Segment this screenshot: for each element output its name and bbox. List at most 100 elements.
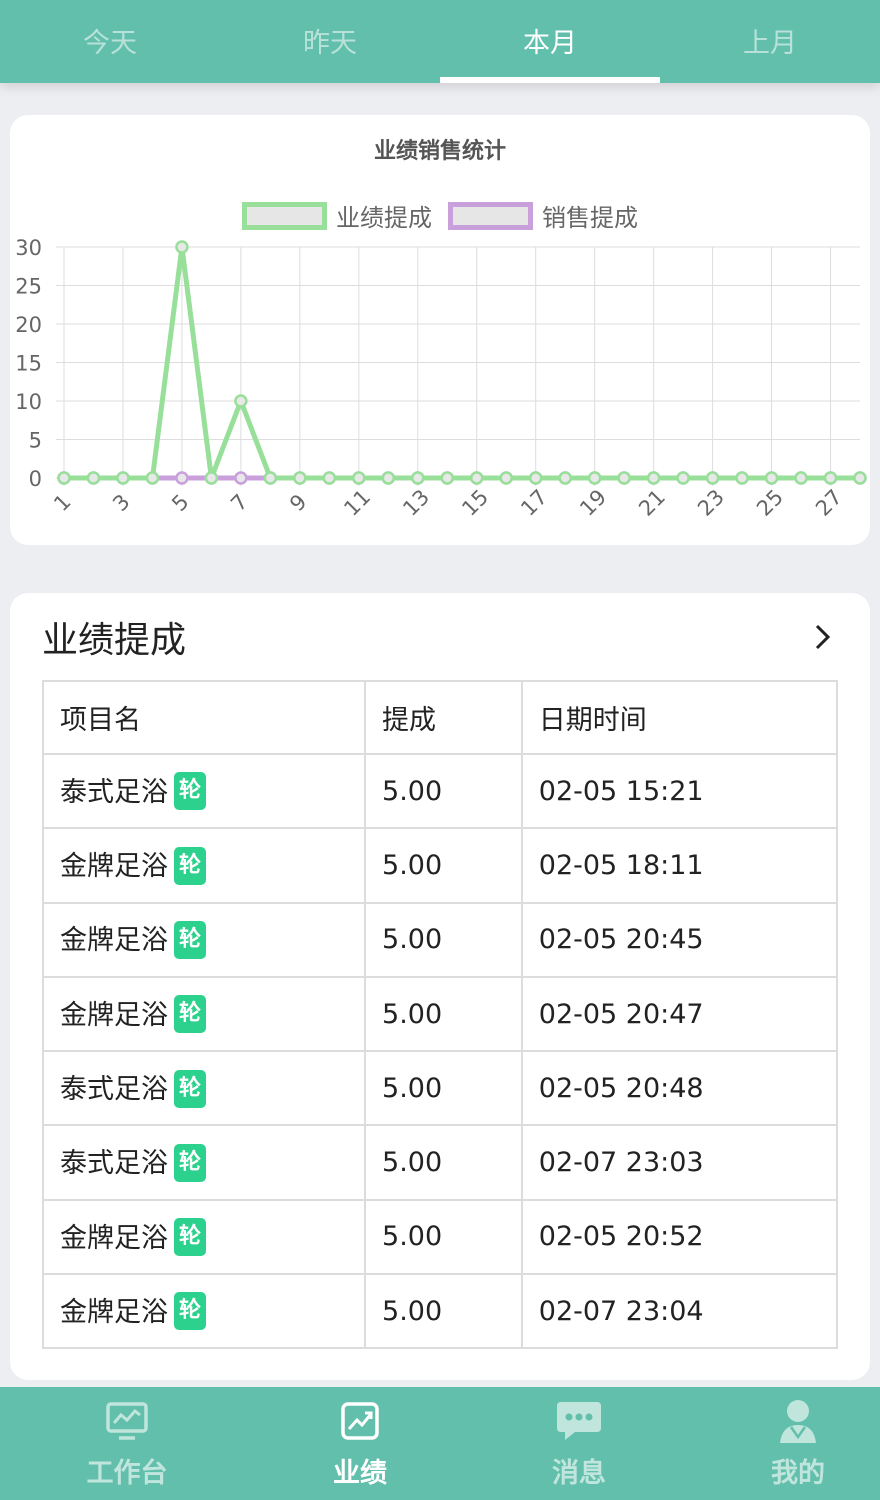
y-tick-label: 5 (29, 429, 42, 453)
x-tick-label: 5 (167, 490, 193, 516)
nav-messages[interactable]: 消息 (489, 1387, 669, 1500)
data-point-0 (853, 471, 867, 485)
cell-project-name: 金牌足浴轮 (41, 827, 367, 904)
bottom-nav: 工作台 业绩 消息 我的 (0, 1387, 880, 1500)
x-tick-label: 19 (575, 485, 611, 521)
chat-bubble-icon (555, 1399, 603, 1443)
column-header-commission: 提成 (364, 680, 523, 755)
project-name: 金牌足浴 (60, 925, 168, 957)
data-point-1 (234, 471, 248, 485)
data-point-0 (823, 471, 838, 485)
cell-commission: 5.00 (364, 1198, 523, 1276)
x-tick-label: 13 (398, 485, 434, 521)
data-point-0 (411, 471, 425, 485)
nav-mine[interactable]: 我的 (708, 1387, 880, 1500)
table-row[interactable]: 金牌足浴轮 5.00 02-05 20:52 (41, 1198, 839, 1276)
rotation-badge: 轮 (174, 1218, 206, 1257)
data-point-0 (234, 394, 248, 408)
data-point-0 (646, 471, 661, 485)
cell-commission: 5.00 (364, 752, 523, 830)
data-point-0 (764, 471, 779, 485)
column-header-datetime: 日期时间 (520, 680, 839, 755)
data-point-0 (735, 471, 749, 485)
data-point-0 (676, 471, 690, 485)
data-point-0 (528, 471, 543, 485)
cell-datetime: 02-05 15:21 (520, 752, 839, 830)
data-point-1 (175, 471, 189, 485)
x-tick-label: 15 (457, 485, 493, 521)
nav-workbench[interactable]: 工作台 (37, 1387, 217, 1500)
nav-performance[interactable]: 业绩 (270, 1387, 450, 1500)
cell-datetime: 02-05 20:52 (520, 1198, 839, 1276)
rotation-badge: 轮 (174, 1069, 206, 1108)
data-point-0 (499, 471, 513, 485)
rotation-badge: 轮 (174, 920, 206, 959)
data-point-0 (587, 471, 602, 485)
data-point-0 (293, 471, 307, 485)
x-tick-label: 1 (49, 490, 75, 516)
project-name: 金牌足浴 (60, 999, 168, 1031)
nav-label-mine: 我的 (771, 1458, 825, 1489)
cell-datetime: 02-05 20:47 (520, 975, 839, 1053)
table-row[interactable]: 泰式足浴轮 5.00 02-05 15:21 (41, 752, 839, 830)
x-tick-label: 25 (752, 485, 788, 521)
table-row[interactable]: 金牌足浴轮 5.00 02-05 20:47 (41, 975, 839, 1053)
data-point-0 (617, 471, 631, 485)
chevron-right-icon[interactable] (808, 622, 838, 652)
y-tick-label: 25 (15, 275, 42, 299)
tab-today[interactable]: 今天 (0, 0, 220, 83)
rotation-badge: 轮 (174, 772, 206, 811)
performance-header[interactable]: 业绩提成 (42, 612, 838, 662)
cell-commission: 5.00 (364, 1050, 523, 1127)
performance-title: 业绩提成 (42, 620, 187, 661)
x-tick-label: 7 (226, 490, 252, 516)
project-name: 金牌足浴 (60, 851, 168, 883)
trend-chart-icon (336, 1399, 384, 1443)
data-point-0 (381, 471, 396, 485)
rotation-badge: 轮 (174, 995, 206, 1034)
project-name: 泰式足浴 (60, 1074, 168, 1106)
table-row[interactable]: 金牌足浴轮 5.00 02-05 18:11 (41, 827, 839, 904)
cell-commission: 5.00 (364, 827, 523, 904)
x-tick-label: 17 (516, 485, 552, 521)
cell-datetime: 02-05 20:45 (520, 901, 839, 978)
cell-datetime: 02-05 18:11 (520, 827, 839, 904)
cell-commission: 5.00 (364, 901, 523, 978)
x-tick-label: 23 (693, 485, 729, 521)
cell-project-name: 金牌足浴轮 (41, 1273, 367, 1350)
cell-datetime: 02-07 23:04 (520, 1273, 839, 1350)
tab-last-month[interactable]: 上月 (660, 0, 880, 83)
rotation-badge: 轮 (174, 1143, 206, 1182)
project-name: 金牌足浴 (60, 1296, 168, 1328)
data-point-0 (440, 471, 455, 485)
data-point-0 (175, 240, 189, 254)
cell-project-name: 泰式足浴轮 (41, 752, 367, 830)
rotation-badge: 轮 (174, 1292, 206, 1331)
table-row[interactable]: 泰式足浴轮 5.00 02-05 20:48 (41, 1050, 839, 1127)
data-point-0 (204, 471, 219, 485)
table-row[interactable]: 泰式足浴轮 5.00 02-07 23:03 (41, 1124, 839, 1201)
cell-datetime: 02-05 20:48 (520, 1050, 839, 1127)
nav-label-performance: 业绩 (333, 1458, 387, 1489)
project-name: 泰式足浴 (60, 1148, 168, 1180)
cell-project-name: 金牌足浴轮 (41, 975, 367, 1053)
performance-table: 项目名 提成 日期时间 泰式足浴轮 5.00 02-05 15:21 金牌足浴轮 5.0… (41, 680, 839, 1350)
period-tabs: 今天 昨天 本月 上月 (0, 0, 880, 83)
nav-label-messages: 消息 (552, 1458, 606, 1489)
y-tick-label: 20 (15, 313, 42, 337)
table-header-row: 项目名 提成 日期时间 (41, 680, 839, 755)
monitor-icon (103, 1399, 151, 1443)
table-row[interactable]: 金牌足浴轮 5.00 02-05 20:45 (41, 901, 839, 978)
data-point-0 (352, 471, 366, 485)
tab-this-month[interactable]: 本月 (440, 0, 660, 83)
table-body: 泰式足浴轮 5.00 02-05 15:21 金牌足浴轮 5.00 02-05 18:11… (41, 752, 839, 1350)
y-tick-label: 15 (15, 352, 42, 376)
tab-yesterday[interactable]: 昨天 (220, 0, 440, 83)
data-point-0 (469, 471, 484, 485)
cell-commission: 5.00 (364, 1124, 523, 1201)
data-point-0 (705, 471, 720, 485)
user-icon (774, 1399, 822, 1443)
table-row[interactable]: 金牌足浴轮 5.00 02-07 23:04 (41, 1273, 839, 1350)
x-tick-label: 21 (634, 485, 670, 521)
data-point-0 (145, 471, 160, 485)
